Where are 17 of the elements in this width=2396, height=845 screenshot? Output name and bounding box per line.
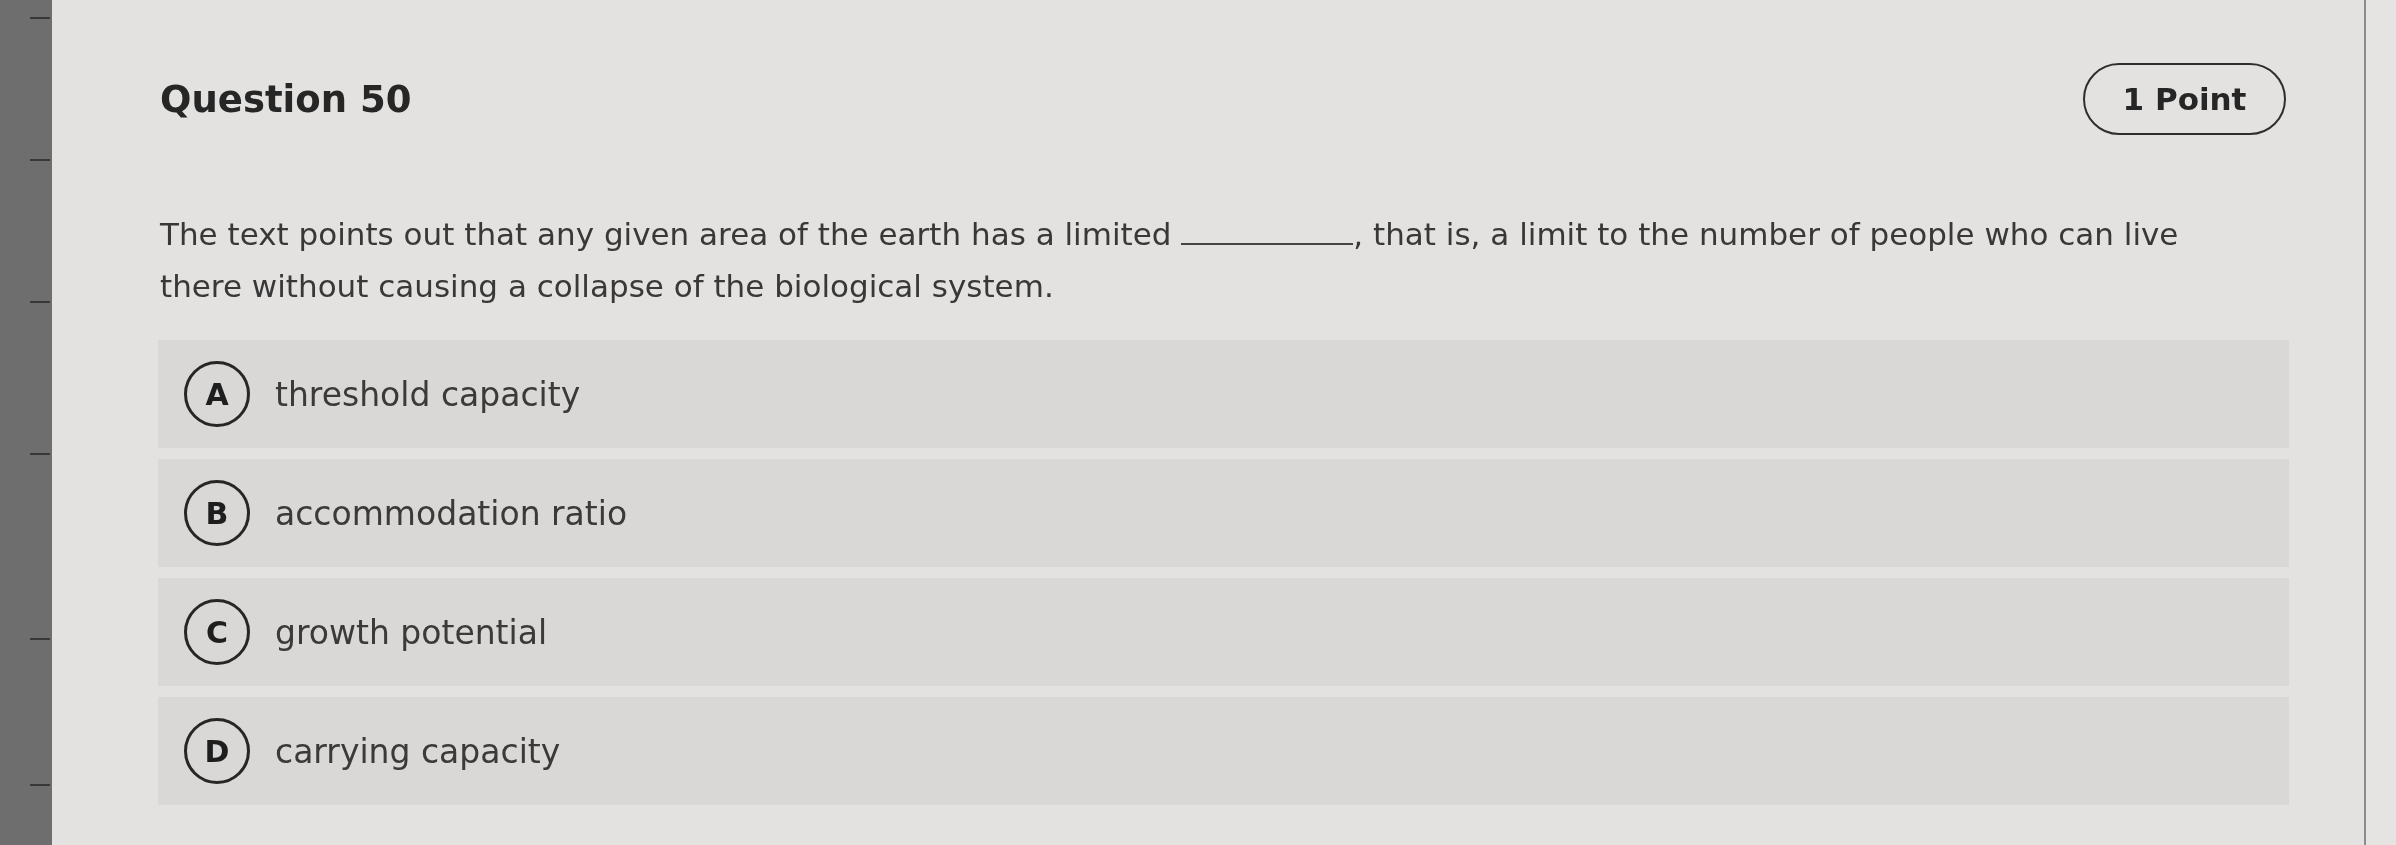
option-letter: D — [184, 718, 250, 784]
answer-option[interactable]: A threshold capacity — [158, 340, 2289, 448]
answer-option[interactable]: C growth potential — [158, 578, 2289, 686]
answer-option[interactable]: B accommodation ratio — [158, 459, 2289, 567]
option-letter: C — [184, 599, 250, 665]
dash-icon — [30, 638, 50, 640]
option-letter: B — [184, 480, 250, 546]
dash-icon — [30, 784, 50, 786]
question-text: The text points out that any given area of the earth has a limited , that is, a limit to the number of people who can live there without causing a collapse of the biological system. — [160, 214, 2180, 306]
dash-icon — [30, 17, 50, 19]
answer-option[interactable]: D carrying capacity — [158, 697, 2289, 805]
dash-icon — [30, 453, 50, 455]
option-letter: A — [184, 361, 250, 427]
question-title: Question 50 — [160, 77, 412, 121]
dash-icon — [30, 301, 50, 303]
points-badge: 1 Point — [2083, 63, 2286, 135]
dash-icon — [30, 159, 50, 161]
